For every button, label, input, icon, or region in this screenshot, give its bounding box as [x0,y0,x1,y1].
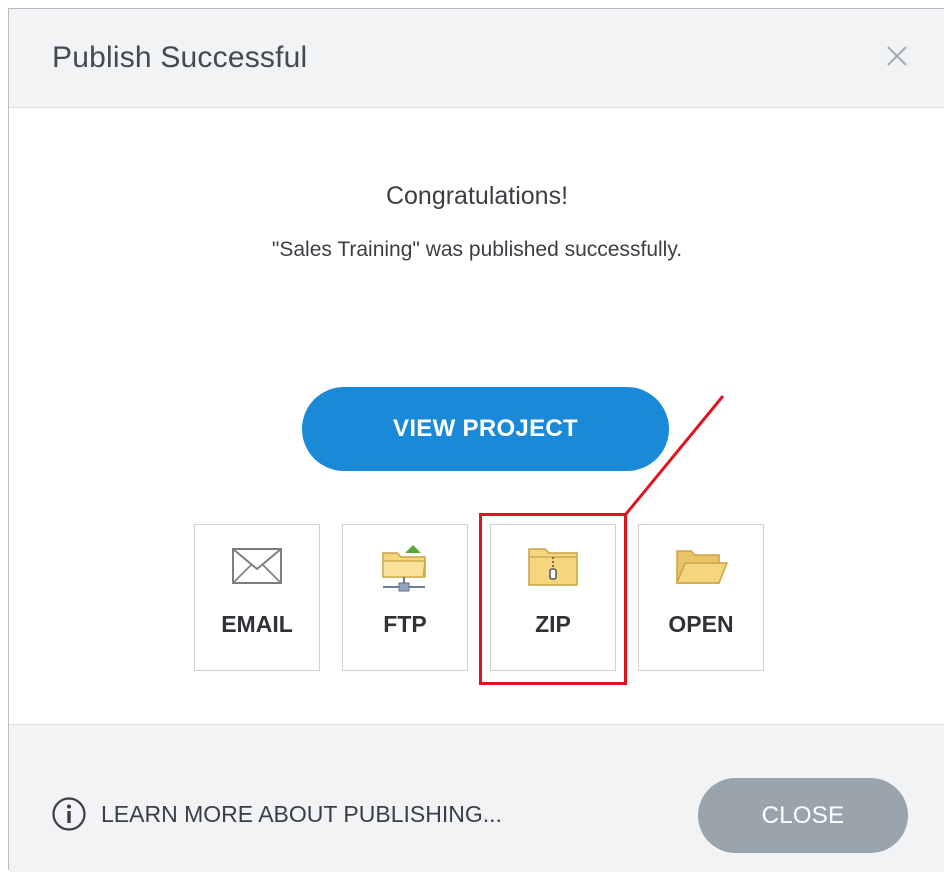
zip-folder-icon [525,543,581,589]
dialog-footer: LEARN MORE ABOUT PUBLISHING... CLOSE [9,724,944,872]
close-x-icon[interactable] [884,43,910,69]
publish-message: "Sales Training" was published successfu… [271,238,683,261]
dialog-title: Publish Successful [52,41,308,74]
open-action-tile[interactable]: OPEN [638,524,764,671]
learn-more-link[interactable]: LEARN MORE ABOUT PUBLISHING... [51,794,502,834]
dialog-header: Publish Successful [9,9,944,108]
zip-action-label: ZIP [535,611,571,637]
info-icon [51,796,87,832]
close-button[interactable]: CLOSE [698,778,908,853]
ftp-folder-icon [377,543,433,592]
ftp-action-tile[interactable]: FTP [342,524,468,671]
congrats-heading: Congratulations! [385,182,569,210]
email-action-label: EMAIL [221,611,293,637]
publish-dialog: Publish Successful Congratulations! "Sal… [8,8,944,872]
view-project-button[interactable]: VIEW PROJECT [302,387,669,471]
open-action-label: OPEN [668,611,734,637]
email-action-tile[interactable]: EMAIL [194,524,320,671]
open-folder-icon [673,543,729,589]
learn-more-label: LEARN MORE ABOUT PUBLISHING... [101,800,502,827]
zip-action-tile[interactable]: ZIP [490,524,616,671]
envelope-icon [229,543,285,589]
ftp-action-label: FTP [383,611,427,637]
